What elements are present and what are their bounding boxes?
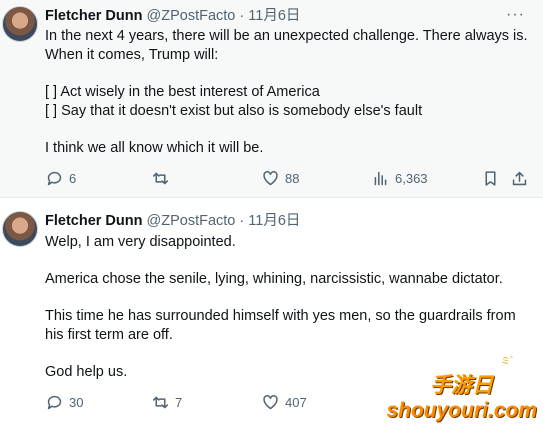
- author-handle[interactable]: @ZPostFacto: [147, 213, 236, 229]
- separator: ·: [239, 8, 245, 24]
- tweet-text-line: Welp, I am very disappointed.: [45, 234, 236, 250]
- like-count: 407: [285, 395, 307, 410]
- action-bar: 6 88 6,363: [0, 170, 543, 190]
- reply-icon: [47, 395, 62, 410]
- reply-count: 6: [69, 171, 77, 186]
- reply-button[interactable]: 30: [46, 394, 83, 411]
- like-button[interactable]: 407: [262, 394, 307, 411]
- more-icon[interactable]: ···: [506, 6, 525, 24]
- tweet-date[interactable]: 11月6日: [248, 8, 300, 24]
- reply-icon: [47, 171, 62, 186]
- tweet-date[interactable]: 11月6日: [248, 213, 300, 229]
- like-button[interactable]: 88: [262, 170, 299, 187]
- tweet-header: Fletcher Dunn @ZPostFacto · 11月6日: [45, 212, 300, 230]
- separator: ·: [239, 213, 245, 229]
- views-button[interactable]: 6,363: [372, 170, 428, 187]
- watermark-en: shouyouri.com: [386, 399, 537, 422]
- like-icon: [263, 395, 278, 410]
- share-button[interactable]: [511, 170, 534, 187]
- tweet-text-line: I think we all know which it will be.: [45, 140, 264, 156]
- bookmark-icon: [485, 171, 496, 186]
- author-name[interactable]: Fletcher Dunn: [45, 8, 142, 24]
- tweet-text-line: America chose the senile, lying, whining…: [45, 271, 503, 287]
- watermark-decoration: ミ゛: [500, 356, 519, 366]
- tweet-text-line: God help us.: [45, 364, 128, 380]
- share-icon: [512, 171, 527, 186]
- avatar[interactable]: [2, 6, 38, 42]
- bookmark-button[interactable]: [482, 170, 505, 187]
- watermark: 手游日 shouyouri.com: [386, 369, 537, 423]
- tweet-1[interactable]: Fletcher Dunn @ZPostFacto · 11月6日 ··· In…: [0, 0, 543, 198]
- retweet-button[interactable]: [152, 170, 175, 187]
- like-count: 88: [285, 171, 300, 186]
- author-name[interactable]: Fletcher Dunn: [45, 213, 142, 229]
- tweet-text-line: This time he has surrounded himself with…: [45, 308, 516, 324]
- avatar[interactable]: [2, 211, 38, 247]
- views-icon: [374, 171, 387, 186]
- like-icon: [263, 171, 278, 186]
- retweet-button[interactable]: 7: [152, 394, 182, 411]
- retweet-icon: [152, 396, 169, 409]
- reply-count: 30: [69, 395, 84, 410]
- retweet-count: 7: [175, 395, 183, 410]
- reply-button[interactable]: 6: [46, 170, 76, 187]
- tweet-text-line: [ ] Say that it doesn't exist but also i…: [45, 103, 423, 119]
- tweet-text-line: When it comes, Trump will:: [45, 47, 219, 63]
- tweet-text-line: his first term are off.: [45, 327, 173, 343]
- author-handle[interactable]: @ZPostFacto: [147, 8, 236, 24]
- retweet-icon: [152, 172, 169, 185]
- tweet-header: Fletcher Dunn @ZPostFacto · 11月6日: [45, 7, 300, 25]
- tweet-text-line: [ ] Act wisely in the best interest of A…: [45, 84, 320, 100]
- views-count: 6,363: [395, 171, 428, 186]
- tweet-text-line: In the next 4 years, there will be an un…: [45, 28, 528, 44]
- watermark-cn: 手游日: [430, 373, 494, 397]
